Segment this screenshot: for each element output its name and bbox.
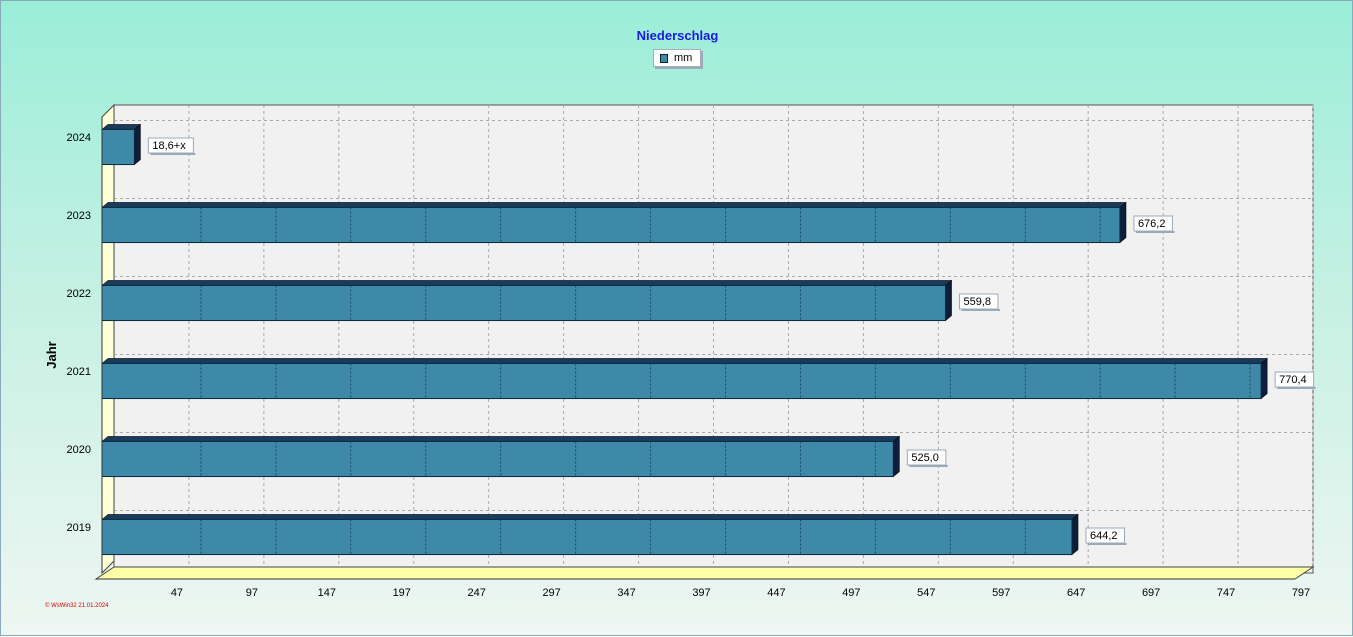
data-label-shadow — [961, 309, 1000, 311]
bar — [101, 206, 1121, 244]
data-label: 676,2 — [1138, 218, 1166, 230]
y-tick-label: 2021 — [67, 366, 91, 378]
x-tick-label: 797 — [1292, 587, 1310, 599]
footer-credit: © WsWin32 21.01.2024 — [45, 603, 109, 609]
data-label: 644,2 — [1090, 530, 1118, 542]
data-label: 525,0 — [911, 452, 939, 464]
x-tick-label: 747 — [1217, 587, 1235, 599]
data-label-shadow — [909, 465, 948, 467]
x-tick-label: 647 — [1067, 587, 1085, 599]
data-label-shadow — [1277, 387, 1316, 389]
plot-left-wall — [101, 103, 115, 575]
bar — [101, 440, 894, 478]
x-tick-label: 347 — [617, 587, 635, 599]
bar-side — [945, 279, 952, 322]
y-tick-label: 2022 — [67, 288, 91, 300]
x-tick-label: 197 — [393, 587, 411, 599]
bar — [101, 128, 135, 166]
bar-chart-plot: 47 97 147 197 247 297 347 397 447 497 547 597 647 697… — [67, 103, 1316, 599]
bar-top — [101, 280, 953, 286]
bar — [101, 518, 1073, 556]
x-tick-label: 447 — [767, 587, 785, 599]
bar-top — [101, 358, 1268, 364]
data-label-shadow — [1087, 543, 1127, 545]
bar-side — [134, 123, 141, 166]
x-tick-label: 297 — [542, 587, 560, 599]
y-tick-label: 2020 — [67, 444, 91, 456]
x-tick-label: 547 — [917, 587, 935, 599]
x-tick-label: 497 — [842, 587, 860, 599]
bar-side — [1119, 201, 1127, 244]
chart-frame: Niederschlag mm Jahr 47 97 147 197 247 297 347… — [0, 0, 1353, 636]
bar-top — [101, 436, 901, 442]
bar-side — [893, 435, 900, 478]
x-tick-label: 247 — [468, 587, 486, 599]
data-label: 770,4 — [1279, 374, 1307, 386]
bar — [101, 284, 946, 322]
bar-top — [101, 124, 142, 130]
y-tick-label: 2024 — [67, 132, 91, 144]
x-tick-label: 597 — [992, 587, 1010, 599]
x-tick-label: 147 — [318, 587, 336, 599]
data-label-shadow — [150, 153, 196, 155]
data-label: 559,8 — [963, 296, 991, 308]
plot-floor — [94, 566, 1315, 580]
x-tick-label: 397 — [692, 587, 710, 599]
data-label-shadow — [1135, 231, 1175, 233]
y-tick-label: 2023 — [67, 210, 91, 222]
y-tick-label: 2019 — [67, 522, 91, 534]
bar-top — [101, 202, 1127, 208]
bar-top — [101, 514, 1079, 520]
data-label: 18,6+x — [152, 140, 186, 152]
x-tick-label: 697 — [1142, 587, 1160, 599]
x-tick-label: 97 — [246, 587, 258, 599]
x-tick-label: 47 — [171, 587, 183, 599]
bar-side — [1260, 357, 1268, 400]
bar-side — [1071, 513, 1079, 556]
